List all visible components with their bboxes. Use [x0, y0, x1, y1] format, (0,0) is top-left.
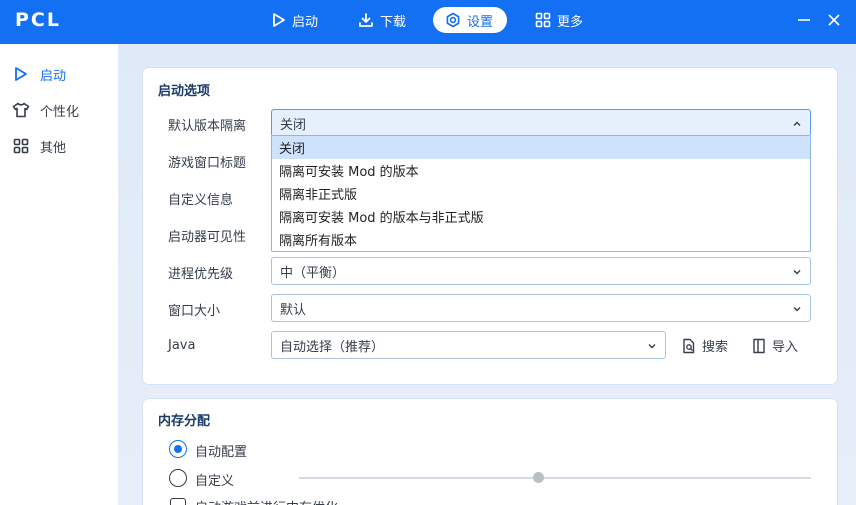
sidebar: 启动 个性化 其他 [0, 44, 118, 505]
window-size-select-value: 默认 [280, 302, 307, 318]
launch-options-title: 启动选项 [158, 84, 211, 99]
dropdown-option[interactable]: 隔离可安装 Mod 的版本与非正式版 [272, 205, 810, 228]
isolation-select[interactable]: 关闭 [271, 109, 811, 137]
isolation-select-value: 关闭 [280, 117, 307, 133]
import-icon [752, 338, 766, 354]
java-search-label: 搜索 [702, 340, 729, 355]
close-button[interactable] [826, 12, 842, 32]
memory-slider-track[interactable] [299, 477, 811, 479]
custom-memory-label: 自定义 [195, 474, 235, 489]
sidebar-item-launch[interactable]: 启动 [0, 56, 118, 92]
memory-title: 内存分配 [158, 414, 211, 429]
dropdown-option[interactable]: 隔离非正式版 [272, 182, 810, 205]
isolation-dropdown-list: 关闭 隔离可安装 Mod 的版本 隔离非正式版 隔离可安装 Mod 的版本与非正… [271, 135, 811, 252]
sidebar-item-other[interactable]: 其他 [0, 128, 118, 164]
chevron-up-icon [792, 118, 802, 133]
sidebar-item-label: 个性化 [40, 104, 80, 120]
window-size-select[interactable]: 默认 [271, 294, 811, 322]
play-icon [12, 66, 30, 82]
tab-download-label: 下载 [380, 14, 407, 30]
priority-select[interactable]: 中（平衡） [271, 257, 811, 285]
window-size-label: 窗口大小 [168, 304, 221, 319]
priority-select-value: 中（平衡） [280, 265, 346, 281]
minimize-button[interactable] [796, 12, 812, 32]
tab-more[interactable]: 更多 [535, 7, 583, 33]
grid-icon [535, 12, 551, 28]
dropdown-option[interactable]: 关闭 [272, 136, 810, 159]
sidebar-item-personalize[interactable]: 个性化 [0, 92, 118, 128]
java-label: Java [168, 338, 196, 353]
tab-more-label: 更多 [557, 14, 584, 30]
chevron-down-icon [792, 303, 802, 318]
chevron-down-icon [647, 340, 657, 355]
custom-info-label: 自定义信息 [168, 193, 234, 208]
tab-launch-label: 启动 [292, 14, 319, 30]
isolation-label: 默认版本隔离 [168, 119, 247, 134]
play-icon [272, 12, 286, 28]
java-import-label: 导入 [772, 340, 799, 355]
tab-settings[interactable]: 设置 [433, 7, 508, 33]
close-icon [828, 14, 840, 26]
sidebar-item-label: 启动 [40, 68, 67, 84]
tab-download[interactable]: 下载 [358, 7, 406, 33]
launcher-visibility-label: 启动器可见性 [168, 230, 247, 245]
tab-launch[interactable]: 启动 [272, 7, 318, 33]
memory-optimize-checkbox[interactable] [170, 498, 186, 505]
app-logo: PCL [15, 9, 61, 31]
title-bar: PCL 启动 下载 设置 更多 [0, 0, 856, 44]
java-search-button[interactable]: 搜索 [682, 336, 728, 355]
custom-memory-radio[interactable] [169, 469, 187, 487]
memory-slider-handle[interactable] [533, 472, 544, 483]
tab-settings-label: 设置 [467, 14, 494, 30]
java-select[interactable]: 自动选择（推荐） [271, 331, 666, 359]
download-icon [358, 12, 374, 28]
chevron-down-icon [792, 266, 802, 281]
java-select-value: 自动选择（推荐） [280, 339, 385, 355]
dropdown-option[interactable]: 隔离所有版本 [272, 228, 810, 251]
priority-label: 进程优先级 [168, 267, 234, 282]
memory-optimize-label: 启动游戏前进行内存优化 [195, 497, 338, 505]
dropdown-option[interactable]: 隔离可安装 Mod 的版本 [272, 159, 810, 182]
gear-icon [445, 12, 461, 28]
shirt-icon [12, 102, 30, 118]
grid-icon [12, 138, 30, 154]
auto-memory-radio[interactable] [169, 440, 187, 458]
search-file-icon [682, 338, 696, 354]
java-import-button[interactable]: 导入 [752, 336, 798, 355]
memory-card [143, 399, 837, 505]
window-title-label: 游戏窗口标题 [168, 156, 247, 171]
sidebar-item-label: 其他 [40, 140, 67, 156]
auto-memory-label: 自动配置 [195, 445, 248, 460]
minimize-icon [798, 19, 810, 21]
